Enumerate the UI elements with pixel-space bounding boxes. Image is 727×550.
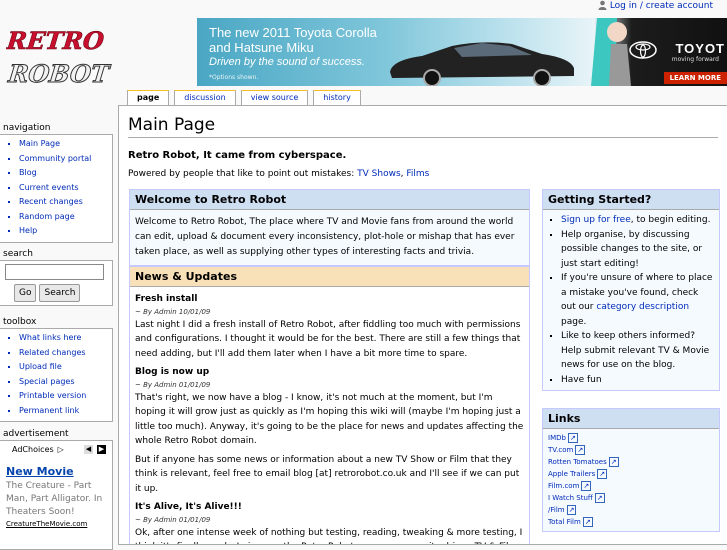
banner-tagline: Driven by the sound of success.	[209, 56, 365, 68]
go-button[interactable]: Go	[14, 284, 37, 302]
post-text: But if anyone has some news or informati…	[135, 454, 520, 494]
ad-next-icon[interactable]: ▶	[97, 445, 106, 454]
adchoices-play-icon: ▷	[57, 445, 64, 454]
post-title: Blog is now up	[135, 367, 210, 377]
tab-history[interactable]: history	[313, 90, 361, 105]
welcome-text: Welcome to Retro Robot, The place where …	[130, 210, 529, 265]
nav-random-page[interactable]: Random page	[19, 212, 75, 221]
getting-started-item: Have fun	[561, 373, 715, 388]
post-meta: ~ By Admin 01/01/09	[135, 515, 211, 524]
banner-ad[interactable]: The new 2011 Toyota Corolla and Hatsune …	[197, 18, 727, 86]
link-total-film[interactable]: Total Film	[548, 518, 593, 526]
tool-related-changes[interactable]: Related changes	[19, 348, 86, 357]
banner-brand-sub: moving forward	[671, 56, 719, 63]
powered-by: Powered by people that like to point out…	[128, 169, 727, 179]
nav-recent-changes[interactable]: Recent changes	[19, 197, 83, 206]
tool-printable-version[interactable]: Printable version	[19, 391, 86, 400]
post-text: Ok, after one intense week of nothing bu…	[135, 527, 523, 545]
tool-special-pages[interactable]: Special pages	[19, 377, 75, 386]
welcome-box: Welcome to Retro Robot Welcome to Retro …	[129, 189, 530, 266]
link-film-com[interactable]: Film.com	[548, 482, 591, 490]
advertisement-heading: advertisement	[3, 429, 69, 439]
post-text: That's right, we now have a blog - I kno…	[135, 392, 524, 447]
banner-brand: TOYOT	[675, 41, 725, 56]
navigation-portlet: navigation Main Page Community portal Bl…	[0, 122, 113, 243]
link-tv-com[interactable]: TV.com	[548, 446, 585, 454]
login-link[interactable]: Log in / create account	[610, 1, 713, 11]
links-box: Links IMDb TV.com Rotten Tomatoes Apple …	[542, 408, 720, 532]
toolbox-heading: toolbox	[3, 317, 37, 327]
news-title: News & Updates	[130, 267, 529, 287]
tool-upload-file[interactable]: Upload file	[19, 362, 62, 371]
search-portlet: search Go Search	[0, 248, 113, 306]
ad-title[interactable]: New Movie	[6, 465, 112, 478]
content-area: Main Page Retro Robot, It came from cybe…	[118, 105, 727, 545]
search-heading: search	[3, 249, 33, 259]
news-box: News & Updates Fresh install ~ By Admin …	[129, 266, 530, 545]
link-rotten-tomatoes[interactable]: Rotten Tomatoes	[548, 458, 619, 466]
post-title: It's Alive, It's Alive!!!	[135, 502, 242, 512]
search-button[interactable]: Search	[39, 284, 81, 302]
link-imdb[interactable]: IMDb	[548, 434, 578, 442]
category-description-link[interactable]: category description	[596, 302, 689, 312]
site-logo[interactable]: RETRO ROBOT	[4, 22, 118, 100]
getting-started-box: Getting Started? Sign up for free, to be…	[542, 189, 720, 391]
page-title: Main Page	[128, 115, 718, 138]
ad-url[interactable]: CreatureTheMovie.com	[6, 520, 112, 528]
tv-shows-link[interactable]: TV Shows	[357, 169, 401, 179]
personal-bar: Log in / create account	[598, 0, 713, 12]
search-input[interactable]	[5, 264, 104, 280]
item-text: page.	[561, 316, 587, 327]
post-meta: ~ By Admin 01/01/09	[135, 380, 211, 389]
link-slash-film[interactable]: /Film	[548, 506, 576, 514]
nav-community-portal[interactable]: Community portal	[19, 154, 91, 163]
getting-started-title: Getting Started?	[543, 190, 719, 210]
toyota-logo-icon	[629, 41, 657, 59]
getting-started-item: Sign up for free, to begin editing.	[561, 213, 715, 228]
advertisement-portlet: advertisement AdChoices ▷ ◀ ▶ New Movie …	[0, 428, 113, 550]
user-icon	[598, 0, 607, 10]
tool-what-links-here[interactable]: What links here	[19, 333, 81, 342]
links-title: Links	[543, 409, 719, 429]
car-image	[390, 42, 574, 86]
link-i-watch-stuff[interactable]: I Watch Stuff	[548, 494, 605, 502]
tab-page[interactable]: page	[127, 90, 170, 105]
nav-current-events[interactable]: Current events	[19, 183, 79, 192]
adchoices[interactable]: AdChoices ▷ ◀ ▶	[6, 445, 112, 454]
navigation-heading: navigation	[3, 123, 51, 133]
nav-blog[interactable]: Blog	[19, 168, 37, 177]
welcome-title: Welcome to Retro Robot	[130, 190, 529, 210]
getting-started-item: Like to keep others informed? Help submi…	[561, 329, 715, 373]
logo-line1: RETRO	[6, 26, 105, 55]
page-tagline: Retro Robot, It came from cyberspace.	[128, 150, 347, 161]
getting-started-item: Help organise, by discussing possible ch…	[561, 228, 715, 272]
powered-prefix: Powered by people that like to point out…	[128, 169, 358, 179]
toolbox-portlet: toolbox What links here Related changes …	[0, 316, 113, 422]
item-text: , to begin editing.	[630, 215, 711, 225]
link-apple-trailers[interactable]: Apple Trailers	[548, 470, 607, 478]
nav-main-page[interactable]: Main Page	[19, 139, 60, 148]
post-text: Last night I did a fresh install of Retr…	[135, 319, 521, 359]
ad-options-icon[interactable]: ◀	[84, 445, 93, 454]
ad-text: The Creature - Part Man, Part Alligator.…	[6, 481, 103, 517]
banner-title: The new 2011 Toyota Corolla and Hatsune …	[209, 25, 377, 55]
getting-started-item: If you're unsure of where to place a mis…	[561, 271, 715, 329]
page-tabs: page discussion view source history	[127, 90, 361, 105]
tool-permanent-link[interactable]: Permanent link	[19, 406, 79, 415]
tab-view-source[interactable]: view source	[240, 90, 309, 105]
films-link[interactable]: Films	[406, 169, 429, 179]
learn-more-button[interactable]: LEARN MORE	[663, 72, 727, 84]
logo-line2: ROBOT	[6, 59, 112, 88]
banner-note: *Options shown.	[209, 74, 259, 81]
nav-help[interactable]: Help	[19, 226, 37, 235]
tab-discussion[interactable]: discussion	[174, 90, 236, 105]
post-title: Fresh install	[135, 294, 198, 304]
adchoices-label: AdChoices	[12, 445, 54, 454]
post-meta: ~ By Admin 10/01/09	[135, 307, 211, 316]
sign-up-link[interactable]: Sign up for free	[561, 215, 631, 225]
